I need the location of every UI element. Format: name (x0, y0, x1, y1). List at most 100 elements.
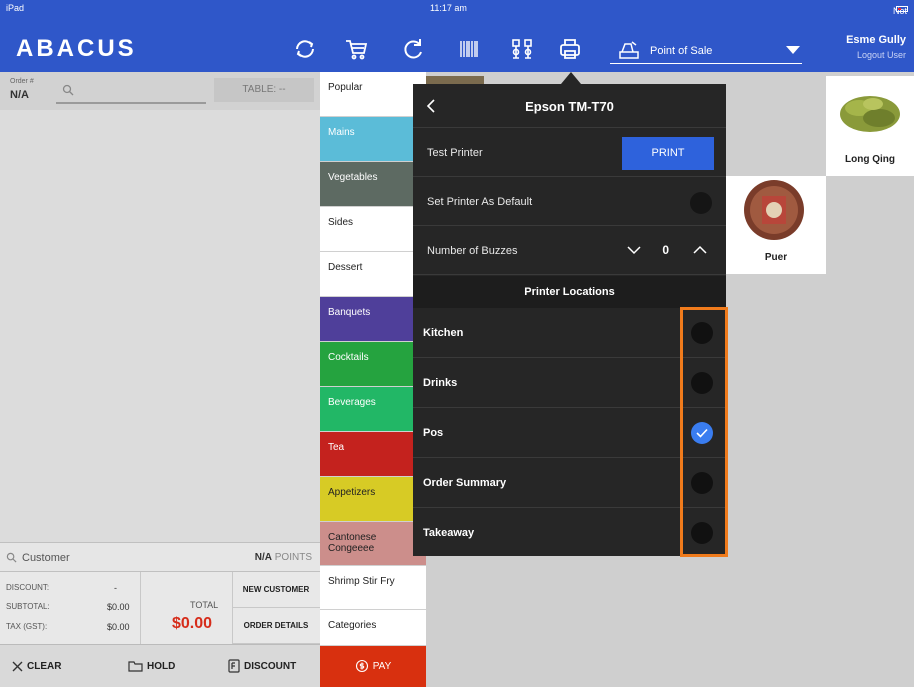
subtotal-value: $0.00 (107, 602, 130, 612)
product-label: Long Qing (845, 154, 895, 165)
discount-value: - (114, 583, 117, 593)
order-header: Order # N/A TABLE: -- (0, 72, 320, 110)
order-panel: Order # N/A TABLE: -- Customer N/A POINT… (0, 72, 320, 687)
new-customer-button[interactable]: NEW CUSTOMER (232, 572, 320, 608)
reload-icon[interactable] (400, 36, 426, 62)
category-beverages[interactable]: Beverages (320, 387, 426, 432)
printer-locations-header: Printer Locations (413, 276, 726, 308)
location-row-drinks[interactable]: Drinks (413, 358, 726, 408)
category-cantonese-congee[interactable]: Cantonese Congeeee (320, 522, 426, 566)
test-printer-row: Test Printer PRINT (413, 129, 726, 177)
location-label: Pos (423, 427, 444, 439)
category-label: Appetizers (328, 487, 376, 498)
cash-icon (355, 660, 368, 673)
tax-label: TAX (GST): (6, 622, 48, 631)
discount-label: DISCOUNT (244, 661, 297, 672)
print-button[interactable]: PRINT (622, 137, 714, 170)
order-number-label: Order # (10, 78, 34, 85)
category-cocktails[interactable]: Cocktails (320, 342, 426, 387)
checkmark-icon (696, 428, 708, 438)
product-label: Puer (764, 252, 788, 263)
category-list: Popular Mains Vegetables Sides Dessert B… (320, 72, 426, 687)
search-icon (6, 552, 17, 563)
location-label: Order Summary (423, 477, 507, 489)
location-row-kitchen[interactable]: Kitchen (413, 308, 726, 358)
tea-leaves-image (840, 96, 900, 132)
category-categories[interactable]: Categories (320, 610, 426, 646)
location-checkbox[interactable] (691, 422, 713, 444)
order-search[interactable] (56, 80, 206, 104)
printer-icon[interactable] (557, 36, 583, 62)
folder-icon (128, 661, 143, 672)
location-label: Kitchen (423, 327, 464, 339)
total-label: TOTAL (190, 600, 219, 610)
category-banquets[interactable]: Banquets (320, 297, 426, 342)
printer-settings-popover: Epson TM-T70 Test Printer PRINT Set Prin… (413, 84, 726, 556)
category-shrimp-stir-fry[interactable]: Shrimp Stir Fry (320, 566, 426, 610)
hold-button[interactable]: HOLD (128, 645, 175, 687)
location-checkbox[interactable] (691, 522, 713, 544)
category-tea[interactable]: Tea (320, 432, 426, 477)
category-appetizers[interactable]: Appetizers (320, 477, 426, 522)
category-label: Banquets (328, 307, 371, 318)
search-input[interactable] (80, 82, 204, 100)
printer-title: Epson TM-T70 (525, 99, 614, 114)
user-name: Esme Gully (846, 34, 906, 46)
scale-icon[interactable] (509, 36, 535, 62)
location-checkbox[interactable] (691, 372, 713, 394)
chevron-down-icon (786, 46, 800, 54)
customer-label: Customer (22, 552, 70, 564)
category-mains[interactable]: Mains (320, 117, 426, 162)
logout-link[interactable]: Logout User (857, 50, 906, 60)
tax-value: $0.00 (107, 622, 130, 632)
default-printer-label: Set Printer As Default (427, 196, 533, 208)
discount-label: DISCOUNT: (6, 583, 50, 592)
category-dessert[interactable]: Dessert (320, 252, 426, 297)
category-label: Popular (328, 82, 363, 93)
subtotal-label: SUBTOTAL: (6, 602, 50, 611)
location-row-takeaway[interactable]: Takeaway (413, 508, 726, 558)
chevron-up-icon[interactable] (692, 243, 708, 257)
location-label: Drinks (423, 377, 458, 389)
points-label: POINTS (274, 552, 312, 563)
clear-label: CLEAR (27, 661, 62, 672)
cart-icon[interactable] (343, 36, 369, 62)
discount-button[interactable]: DISCOUNT (228, 645, 296, 687)
register-icon (618, 40, 640, 60)
refresh-circle-icon[interactable] (292, 36, 318, 62)
category-label: Beverages (328, 397, 376, 408)
location-checkbox[interactable] (691, 322, 713, 344)
pay-button[interactable]: PAY (320, 646, 426, 687)
customer-search[interactable]: Customer N/A POINTS (0, 542, 320, 572)
order-details-button[interactable]: ORDER DETAILS (232, 608, 320, 644)
popover-header: Epson TM-T70 (413, 84, 726, 128)
divider (140, 572, 141, 644)
category-label: Sides (328, 217, 354, 228)
location-row-pos[interactable]: Pos (413, 408, 726, 458)
location-row-order-summary[interactable]: Order Summary (413, 458, 726, 508)
category-label: Vegetables (328, 172, 378, 183)
default-printer-toggle[interactable] (690, 192, 712, 214)
buzzes-row: Number of Buzzes 0 (413, 227, 726, 275)
popover-arrow (561, 72, 581, 84)
total-value: $0.00 (172, 615, 213, 632)
status-bar: iPad 11:17 am Not Charging (0, 0, 914, 26)
default-printer-row: Set Printer As Default (413, 178, 726, 226)
clock: 11:17 am (430, 3, 467, 13)
order-number: N/A (10, 89, 29, 101)
test-printer-label: Test Printer (427, 147, 483, 159)
product-tile-long-qing[interactable]: Long Qing (826, 76, 914, 176)
barcode-icon[interactable] (456, 36, 482, 62)
chevron-down-icon[interactable] (626, 243, 642, 257)
app-logo: ABACUS (16, 35, 137, 62)
mode-dropdown[interactable]: Point of Sale (610, 38, 802, 64)
battery-status: Not Charging (893, 3, 914, 26)
category-sides[interactable]: Sides (320, 207, 426, 252)
clear-button[interactable]: CLEAR (12, 645, 61, 687)
location-checkbox[interactable] (691, 472, 713, 494)
table-button[interactable]: TABLE: -- (214, 78, 314, 102)
location-label: Takeaway (423, 527, 475, 539)
category-popular[interactable]: Popular (320, 72, 426, 117)
category-vegetables[interactable]: Vegetables (320, 162, 426, 207)
product-tile-puer[interactable]: Puer (726, 176, 826, 274)
